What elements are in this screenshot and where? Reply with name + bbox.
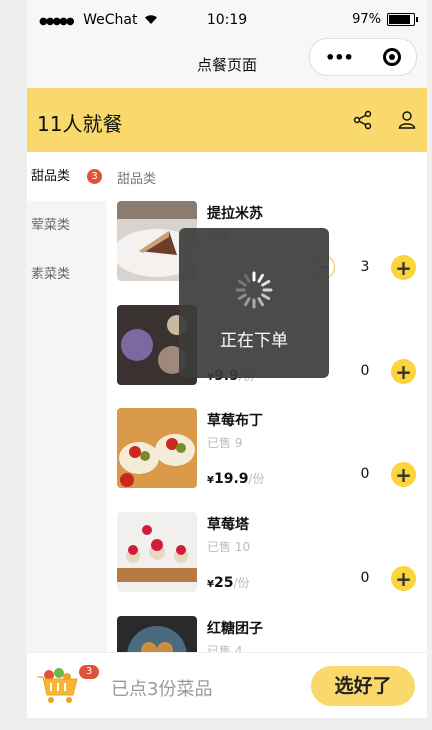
dish-list: 甜品类 提拉米苏 已售 − 3 + <box>107 152 427 652</box>
category-count-badge: 3 <box>87 169 102 184</box>
dish-sold: 已售 9 <box>207 436 243 450</box>
status-bar: ●●●●● WeChat 10:19 97% <box>27 0 427 40</box>
plus-icon: + <box>395 566 412 591</box>
sidebar-item-label: 甜品类 <box>31 169 71 184</box>
category-sidebar: 甜品类 3 荤菜类 素菜类 <box>27 152 107 652</box>
increase-button[interactable]: + <box>391 255 416 280</box>
increase-button[interactable]: + <box>391 462 416 487</box>
price-unit: /份 <box>233 576 250 590</box>
battery-area: 97% <box>352 12 418 27</box>
loading-toast: 正在下单 <box>179 228 329 378</box>
dish-sold: 已售 10 <box>207 540 251 554</box>
dish-name: 提拉米苏 <box>207 206 263 222</box>
increase-button[interactable]: + <box>391 359 416 384</box>
dish-name: 草莓布丁 <box>207 413 263 429</box>
sidebar-item-label: 荤菜类 <box>31 218 71 233</box>
battery-percent: 97% <box>352 12 381 27</box>
battery-fill <box>389 15 411 24</box>
dish-name: 红糖团子 <box>207 621 263 637</box>
dish-price: ¥19.9/份 <box>207 470 265 487</box>
nav-bar: 点餐页面 ••• <box>27 38 427 88</box>
sidebar-item-dessert[interactable]: 甜品类 3 <box>27 152 107 201</box>
dish-quantity: 0 <box>360 363 370 379</box>
dish-quantity: 0 <box>360 570 370 586</box>
dish-price: ¥25/份 <box>207 574 250 591</box>
currency-symbol: ¥ <box>207 579 214 590</box>
close-mini-program-icon[interactable] <box>382 48 401 66</box>
list-item: 红糖团子 已售 4 <box>107 616 427 652</box>
toast-message: 正在下单 <box>220 331 288 351</box>
category-title: 甜品类 <box>117 172 157 187</box>
bottom-bar: 3 已点3份菜品 选好了 <box>27 652 427 718</box>
plus-icon: + <box>395 255 412 280</box>
dish-name: 草莓塔 <box>207 517 249 533</box>
sidebar-item-meat[interactable]: 荤菜类 <box>27 201 107 250</box>
share-icon[interactable] <box>353 110 373 130</box>
dish-sold: 已售 4 <box>207 644 243 652</box>
loading-spinner-icon <box>235 271 273 309</box>
price-unit: /份 <box>248 472 265 486</box>
mini-program-capsule[interactable]: ••• <box>309 38 417 76</box>
sidebar-item-vegetable[interactable]: 素菜类 <box>27 250 107 299</box>
list-item: 草莓塔 已售 10 ¥25/份 0 + <box>107 512 427 616</box>
list-item: 草莓布丁 已售 9 ¥19.9/份 0 + <box>107 408 427 512</box>
dish-image-strawberry-pudding[interactable] <box>117 408 197 488</box>
party-size-title: 11人就餐 <box>37 112 123 136</box>
currency-symbol: ¥ <box>207 475 214 486</box>
cart-count-badge: 3 <box>79 665 99 679</box>
sidebar-item-label: 素菜类 <box>31 267 71 282</box>
confirm-order-button[interactable]: 选好了 <box>311 666 415 706</box>
dish-quantity: 3 <box>360 259 370 275</box>
more-icon[interactable]: ••• <box>325 48 354 67</box>
increase-button[interactable]: + <box>391 566 416 591</box>
battery-icon <box>387 13 418 26</box>
dish-quantity: 0 <box>360 466 370 482</box>
plus-icon: + <box>395 359 412 384</box>
cart-icon[interactable] <box>35 667 79 705</box>
price-value: 25 <box>213 575 234 591</box>
order-summary: 已点3份菜品 <box>111 679 213 700</box>
plus-icon: + <box>395 462 412 487</box>
user-icon[interactable] <box>397 110 417 130</box>
price-value: 19.9 <box>213 471 249 487</box>
party-header: 11人就餐 <box>27 88 427 152</box>
dish-image-strawberry-tart[interactable] <box>117 512 197 592</box>
dish-image-brown-sugar-dumpling[interactable] <box>117 616 197 652</box>
phone-screen: ●●●●● WeChat 10:19 97% 点餐页面 ••• 11人就餐 甜品… <box>27 0 427 718</box>
